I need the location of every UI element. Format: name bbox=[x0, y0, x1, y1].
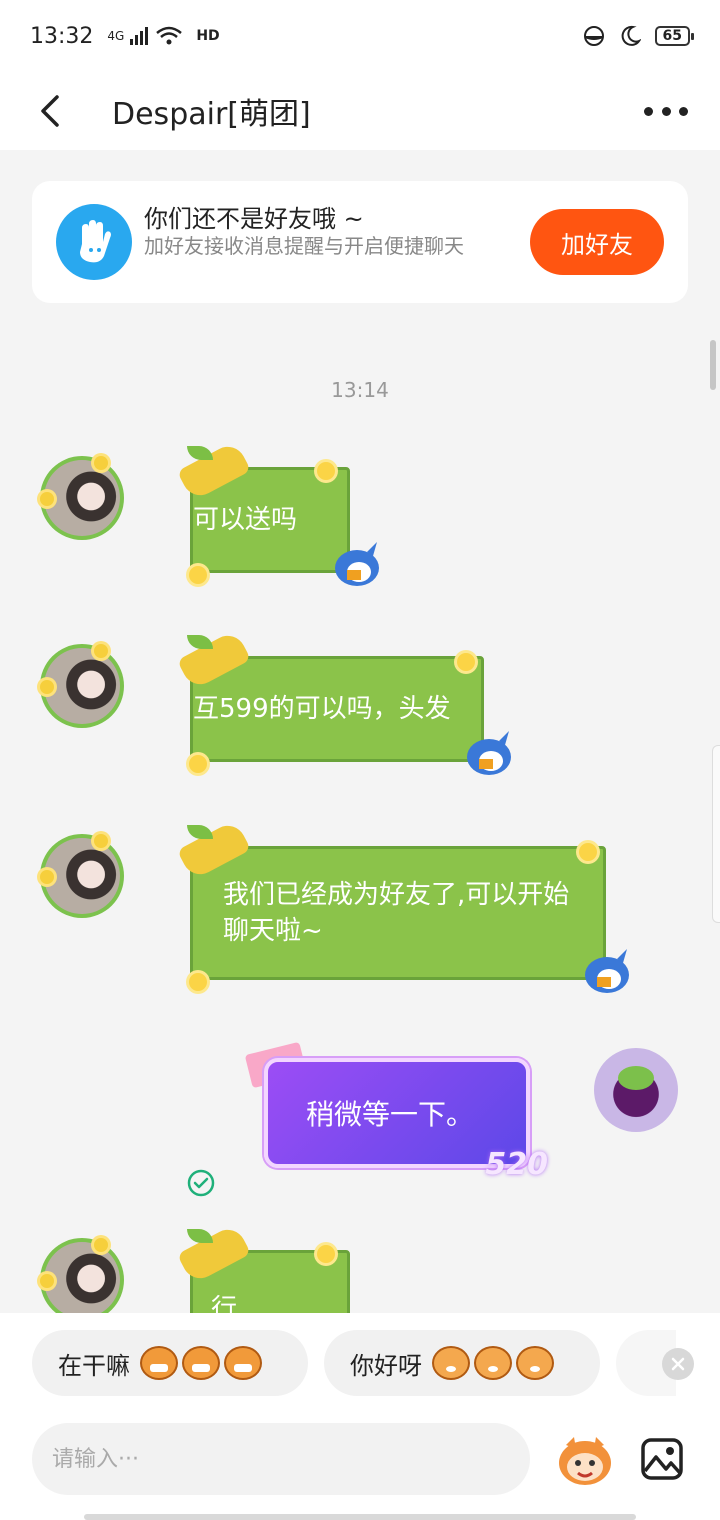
message-bubble[interactable]: 我们已经成为好友了,可以开始聊天啦~ bbox=[176, 819, 629, 993]
wave-hand-icon bbox=[56, 204, 132, 280]
mascot-sticker-icon bbox=[335, 542, 379, 586]
quick-reply-text: 在干嘛 bbox=[58, 1351, 130, 1380]
data-saver-icon bbox=[583, 26, 604, 46]
side-drawer-handle[interactable] bbox=[712, 745, 720, 923]
friend-card-subtitle: 加好友接收消息提醒与开启便捷聊天 bbox=[144, 234, 464, 258]
status-bar: 13:32 4G HD 65 bbox=[0, 0, 720, 72]
message-text: 稍微等一下。 bbox=[306, 1098, 475, 1131]
home-indicator bbox=[84, 1514, 636, 1520]
quick-reply-bar: 在干嘛 你好呀 bbox=[0, 1313, 720, 1413]
more-dot-icon bbox=[679, 106, 688, 116]
back-button[interactable] bbox=[0, 72, 100, 150]
message-text: 互599的可以吗，头发 bbox=[193, 694, 451, 724]
status-time: 13:32 bbox=[30, 23, 94, 49]
my-avatar[interactable] bbox=[594, 1048, 678, 1132]
input-bar bbox=[0, 1413, 720, 1520]
add-friend-button[interactable]: 加好友 bbox=[530, 209, 664, 275]
chevron-left-icon bbox=[41, 95, 59, 127]
smile-emoji-icon bbox=[516, 1346, 554, 1380]
contact-avatar[interactable] bbox=[36, 640, 128, 732]
hd-label: HD bbox=[196, 28, 220, 44]
moon-icon bbox=[621, 25, 641, 46]
grin-emoji-icon bbox=[182, 1346, 220, 1380]
emoji-sticker-button-icon[interactable] bbox=[556, 1435, 614, 1487]
contact-avatar[interactable] bbox=[36, 830, 128, 922]
close-icon bbox=[671, 1357, 685, 1371]
more-dot-icon bbox=[644, 106, 653, 116]
message-bubble[interactable]: 可以送吗 bbox=[176, 440, 379, 586]
close-quick-replies-button[interactable] bbox=[662, 1348, 694, 1380]
friend-card-title: 你们还不是好友哦 ~ bbox=[144, 205, 364, 233]
quick-reply-chip[interactable]: 你好呀 bbox=[324, 1330, 600, 1396]
message-bubble[interactable]: 互599的可以吗，头发 bbox=[176, 629, 511, 775]
network-label: 4G bbox=[107, 29, 125, 43]
grin-emoji-icon bbox=[140, 1346, 178, 1380]
chat-title: Despair[萌团] bbox=[112, 97, 311, 132]
bubble-tag: 520 bbox=[485, 1147, 548, 1182]
smile-emoji-icon bbox=[432, 1346, 470, 1380]
add-friend-card: 你们还不是好友哦 ~ 加好友接收消息提醒与开启便捷聊天 加好友 bbox=[32, 181, 688, 303]
message-timestamp: 13:14 bbox=[331, 378, 389, 402]
image-picker-icon[interactable] bbox=[640, 1437, 684, 1481]
message-input[interactable] bbox=[32, 1423, 530, 1495]
message-text: 可以送吗 bbox=[193, 505, 298, 535]
message-text: 我们已经成为好友了,可以开始聊天啦~ bbox=[223, 880, 570, 946]
mascot-sticker-icon bbox=[467, 731, 511, 775]
status-icons: 4G HD bbox=[99, 26, 220, 46]
wifi-icon bbox=[156, 26, 183, 45]
more-dot-icon bbox=[661, 106, 671, 116]
smile-emoji-icon bbox=[474, 1346, 512, 1380]
contact-avatar[interactable] bbox=[36, 452, 128, 544]
my-message-bubble[interactable]: 稍微等一下。 520 bbox=[264, 1058, 548, 1182]
more-options-button[interactable] bbox=[644, 92, 688, 130]
mascot-sticker-icon bbox=[585, 949, 629, 993]
quick-reply-chip[interactable]: 在干嘛 bbox=[32, 1330, 308, 1396]
grin-emoji-icon bbox=[224, 1346, 262, 1380]
battery-indicator: 65 bbox=[654, 26, 695, 46]
read-check-icon bbox=[187, 1169, 215, 1197]
signal-icon bbox=[130, 27, 149, 45]
chat-header: Despair[萌团] bbox=[0, 72, 720, 150]
quick-reply-text: 你好呀 bbox=[350, 1351, 422, 1380]
